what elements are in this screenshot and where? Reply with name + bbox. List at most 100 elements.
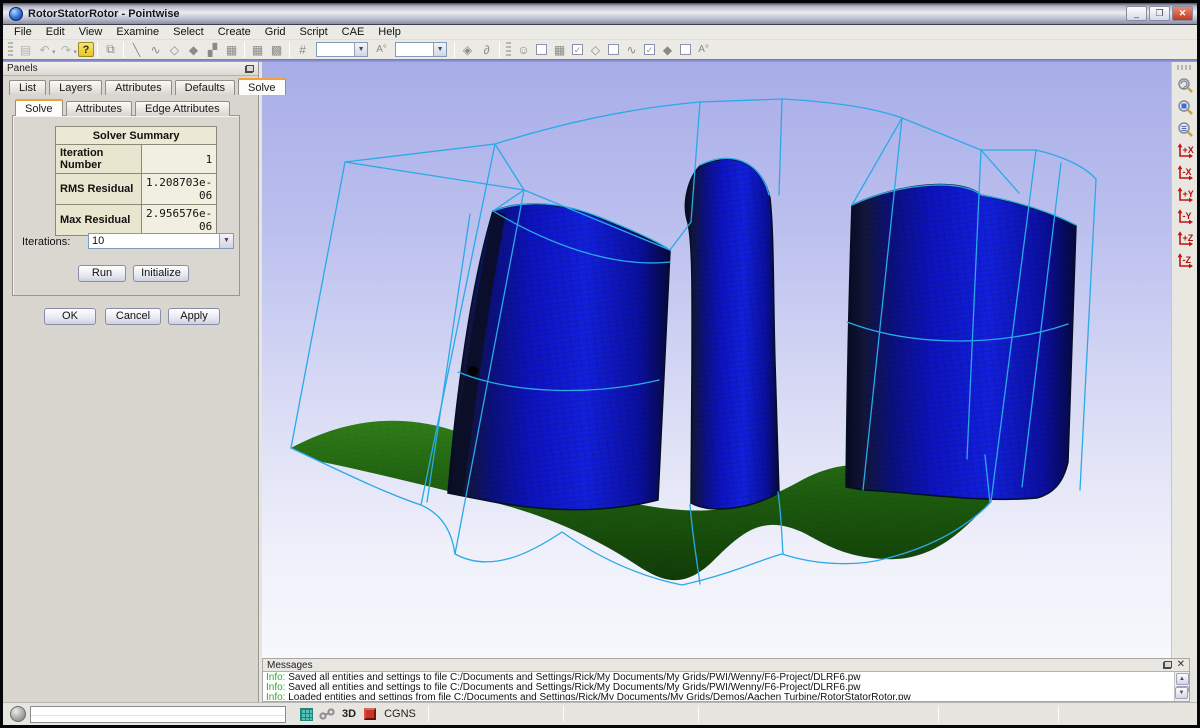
- iterations-combo[interactable]: 10 ▼: [88, 233, 234, 249]
- zoom-previous-icon[interactable]: [1174, 74, 1196, 95]
- view-axis-plusminus-x[interactable]: +X: [1174, 140, 1196, 161]
- view-axis-minus-z[interactable]: -Z: [1174, 250, 1196, 271]
- view-axis-plusminus-y[interactable]: +Y: [1174, 184, 1196, 205]
- spacings-visibility-checkbox[interactable]: [680, 44, 691, 55]
- spacing-combo[interactable]: ▼: [395, 42, 447, 57]
- title-bar[interactable]: RotorStatorRotor - Pointwise _ ❐ ✕: [3, 3, 1197, 25]
- menu-cae[interactable]: CAE: [335, 25, 372, 40]
- scroll-up-icon[interactable]: ▲: [1176, 673, 1189, 685]
- apply-button[interactable]: Apply: [168, 308, 220, 325]
- panels-titlebar[interactable]: Panels: [3, 62, 258, 76]
- show-spacings-icon-glyph: ◆: [663, 43, 672, 57]
- toolbar-grip[interactable]: [8, 42, 13, 58]
- derivative-icon[interactable]: ∂: [477, 41, 496, 58]
- messages-title: Messages: [267, 660, 1163, 671]
- view-axis-plusminus-z[interactable]: +Z: [1174, 228, 1196, 249]
- tab-solve[interactable]: Solve: [238, 78, 286, 95]
- zoom-level-icon[interactable]: [1174, 118, 1196, 139]
- cae-type-label: CGNS: [384, 708, 416, 720]
- iterations-dropdown-icon[interactable]: ▼: [219, 234, 233, 248]
- minimize-button[interactable]: _: [1126, 6, 1147, 21]
- show-points-icon[interactable]: A°: [694, 41, 713, 58]
- iterations-value: 10: [92, 235, 104, 247]
- create-domain-unstructured-icon[interactable]: ◆: [184, 41, 203, 58]
- mode-label: 3D: [342, 708, 356, 720]
- create-domain-structured-icon[interactable]: ◇: [165, 41, 184, 58]
- view-axis-minus-x[interactable]: -X: [1174, 162, 1196, 183]
- copy-layer-icon[interactable]: ⧉: [101, 41, 120, 58]
- create-connector-icon[interactable]: ╲: [127, 41, 146, 58]
- tab-attributes[interactable]: Attributes: [105, 80, 171, 95]
- float-panel-icon[interactable]: [245, 65, 254, 73]
- viewport-3d[interactable]: [262, 62, 1171, 658]
- tab-list[interactable]: List: [9, 80, 46, 95]
- show-blocks-icon[interactable]: ▦: [550, 41, 569, 58]
- dimension-combo-dropdown-icon[interactable]: ▼: [354, 43, 367, 56]
- derivative-icon-glyph: ∂: [484, 43, 490, 57]
- unstructured-grid-icon-glyph: ▩: [271, 43, 282, 57]
- viewport-3d-scene: [262, 62, 1171, 658]
- run-button[interactable]: Run: [78, 265, 126, 282]
- selected-point: [468, 366, 478, 376]
- toolbar-separator: [454, 42, 455, 58]
- menu-examine[interactable]: Examine: [109, 25, 166, 40]
- show-spacings-icon[interactable]: ◆: [658, 41, 677, 58]
- menu-view[interactable]: View: [72, 25, 110, 40]
- dimension-icon[interactable]: #: [293, 41, 312, 58]
- dimension-combo[interactable]: ▼: [316, 42, 368, 57]
- database-visibility-checkbox[interactable]: [536, 44, 547, 55]
- show-domains-icon[interactable]: ◇: [586, 41, 605, 58]
- create-curve-icon[interactable]: ∿: [146, 41, 165, 58]
- structured-grid-icon[interactable]: ▦: [248, 41, 267, 58]
- menu-help[interactable]: Help: [371, 25, 408, 40]
- view-axis-minus-y[interactable]: -Y: [1174, 206, 1196, 227]
- show-database-icon[interactable]: ☺: [514, 41, 533, 58]
- subtab-attributes[interactable]: Attributes: [66, 101, 132, 116]
- spacing-icon[interactable]: A°: [372, 41, 391, 58]
- messages-scrollbar[interactable]: ▲ ▼: [1174, 672, 1189, 701]
- show-database-icon-glyph: ☺: [517, 43, 529, 57]
- zoom-extents-icon[interactable]: [1174, 96, 1196, 117]
- create-domain-unstructured-icon-glyph: ◆: [189, 43, 198, 57]
- messages-header[interactable]: Messages ✕: [263, 659, 1189, 672]
- menu-edit[interactable]: Edit: [39, 25, 72, 40]
- create-extrude-icon[interactable]: ▞: [203, 41, 222, 58]
- spacing-combo-dropdown-icon[interactable]: ▼: [433, 43, 446, 56]
- grid-type-icon: [300, 708, 313, 721]
- scroll-down-icon[interactable]: ▼: [1175, 687, 1188, 699]
- menu-grid[interactable]: Grid: [258, 25, 293, 40]
- domains-visibility-checkbox[interactable]: [608, 44, 619, 55]
- menu-file[interactable]: File: [7, 25, 39, 40]
- menu-create[interactable]: Create: [211, 25, 258, 40]
- message-text: Loaded entities and settings from file C…: [285, 692, 910, 700]
- menu-select[interactable]: Select: [166, 25, 211, 40]
- view-toolbar: +X-X+Y -Y +Z-Z: [1171, 62, 1197, 658]
- unstructured-grid-icon[interactable]: ▩: [267, 41, 286, 58]
- statusbar-separator: [938, 706, 939, 722]
- create-extrude-icon-glyph: ▞: [208, 43, 217, 57]
- subtab-solve[interactable]: Solve: [15, 99, 63, 116]
- blocks-visibility-checkbox[interactable]: ✓: [572, 44, 583, 55]
- ok-button[interactable]: OK: [44, 308, 96, 325]
- tab-defaults[interactable]: Defaults: [175, 80, 235, 95]
- menu-script[interactable]: Script: [293, 25, 335, 40]
- show-connectors-icon[interactable]: ∿: [622, 41, 641, 58]
- float-messages-icon[interactable]: [1163, 661, 1172, 669]
- distribution-icon[interactable]: ◈: [458, 41, 477, 58]
- create-block-icon[interactable]: ▦: [222, 41, 241, 58]
- toolbar-grip[interactable]: [1177, 65, 1193, 70]
- toolbar-grip[interactable]: [506, 42, 511, 58]
- connectors-visibility-checkbox[interactable]: ✓: [644, 44, 655, 55]
- restore-button[interactable]: ❐: [1149, 6, 1170, 21]
- tab-layers[interactable]: Layers: [49, 80, 102, 95]
- close-button[interactable]: ✕: [1172, 6, 1193, 21]
- close-messages-icon[interactable]: ✕: [1177, 660, 1185, 670]
- cancel-button[interactable]: Cancel: [105, 308, 161, 325]
- save-icon[interactable]: ▤: [16, 41, 35, 58]
- redo-icon-dropdown[interactable]: ▾: [74, 48, 78, 56]
- subtab-edge-attributes[interactable]: Edge Attributes: [135, 101, 230, 116]
- initialize-button[interactable]: Initialize: [133, 265, 189, 282]
- help-icon[interactable]: ?: [78, 42, 94, 57]
- undo-icon-dropdown[interactable]: ▾: [52, 48, 56, 56]
- svg-text:-Y: -Y: [1182, 211, 1191, 221]
